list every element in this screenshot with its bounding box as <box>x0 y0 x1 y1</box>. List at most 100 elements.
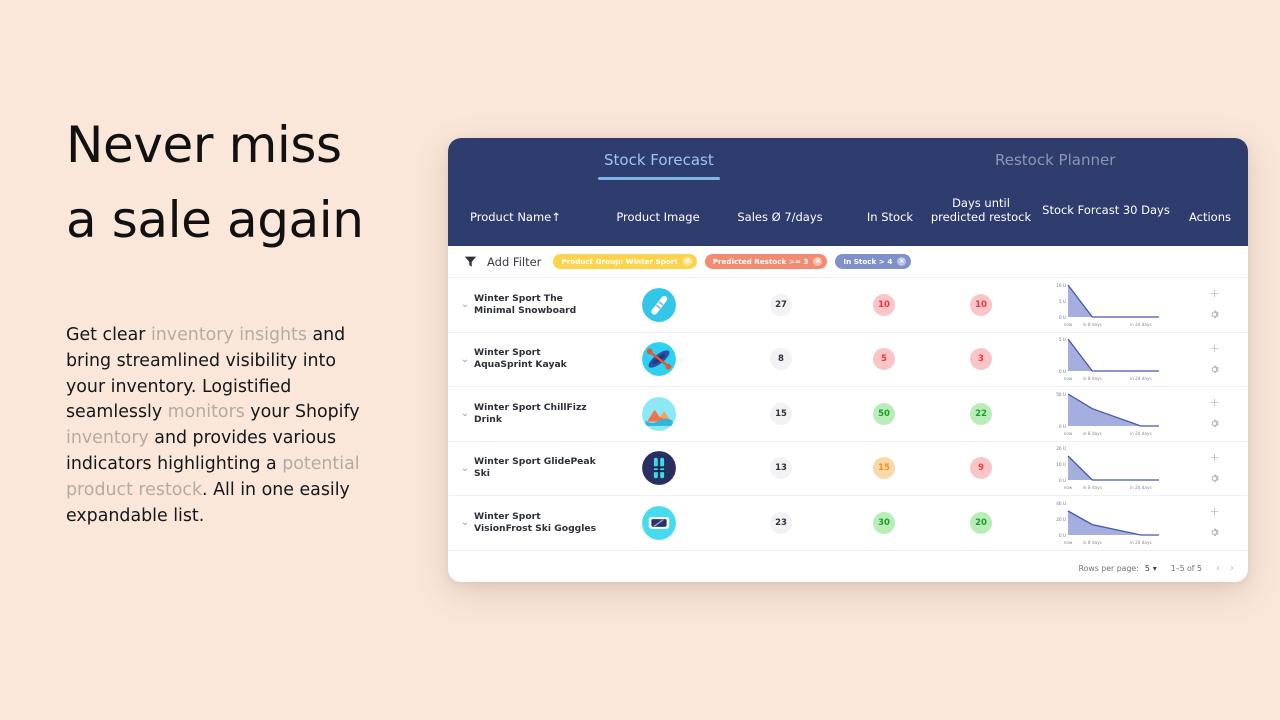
cell-product-image <box>598 342 720 377</box>
cell-in-stock: 15 <box>842 457 926 480</box>
svg-text:0 U: 0 U <box>1059 533 1066 538</box>
svg-text:0 U: 0 U <box>1059 315 1066 320</box>
product-name-label: Winter Sport ChillFizz Drink <box>474 401 587 425</box>
cell-stock-forecast-chart: 0 U 5 U 10 U now in 8 days in 24 days <box>1036 280 1180 330</box>
cell-actions <box>1180 450 1248 487</box>
gear-icon[interactable] <box>1210 362 1219 378</box>
stock-forecast-sparkline: 0 U 10 U 20 U now in 8 days in 24 days <box>1056 446 1159 490</box>
close-icon[interactable]: × <box>682 257 692 266</box>
svg-text:10 U: 10 U <box>1056 462 1066 467</box>
svg-text:10 U: 10 U <box>1056 283 1066 288</box>
kayak-icon <box>642 342 676 377</box>
rows-per-page-value: 5 <box>1144 563 1150 573</box>
table-row[interactable]: ⌄ Winter Sport ChillFizz Drink 15 50 22 0 U 50… <box>448 387 1248 442</box>
plus-icon[interactable] <box>1210 450 1219 466</box>
column-header-in-stock: In Stock <box>866 210 914 224</box>
paragraph-run-5: inventory <box>66 428 149 449</box>
expand-row-chevron-icon[interactable]: ⌄ <box>458 517 472 528</box>
days-until-restock-badge: 22 <box>970 402 992 425</box>
filter-chip-label: Product Group: Winter Sport <box>561 257 678 266</box>
days-until-restock-badge: 10 <box>970 293 992 316</box>
cell-product-name: ⌄ Winter Sport The Minimal Snowboard <box>448 293 598 317</box>
gear-icon[interactable] <box>1210 525 1219 541</box>
headline-line-2: a sale again <box>66 191 364 249</box>
svg-text:5 U: 5 U <box>1059 299 1066 304</box>
svg-text:0 U: 0 U <box>1059 424 1066 429</box>
paragraph-run-3: monitors <box>167 402 245 423</box>
table-row[interactable]: ⌄ Winter Sport VisionFrost Ski Goggles 23 3… <box>448 496 1248 551</box>
product-name-label: Winter Sport The Minimal Snowboard <box>474 292 577 316</box>
svg-text:40 U: 40 U <box>1056 501 1066 506</box>
rows-per-page-select[interactable]: 5 ▾ <box>1145 564 1157 573</box>
svg-text:0 U: 0 U <box>1059 478 1066 483</box>
paragraph-run-4: your Shopify <box>244 402 360 423</box>
sales-badge: 15 <box>770 402 792 425</box>
filter-icon <box>464 256 477 267</box>
svg-text:in 24 days: in 24 days <box>1130 431 1152 436</box>
goggles-icon <box>642 505 676 540</box>
svg-text:in 8 days: in 8 days <box>1083 376 1102 381</box>
close-icon[interactable]: × <box>897 257 907 266</box>
filter-chip[interactable]: In Stock > 4 × <box>835 254 912 269</box>
expand-row-chevron-icon[interactable]: ⌄ <box>458 299 472 310</box>
rows-per-page-label: Rows per page: <box>1078 563 1139 573</box>
svg-text:20 U: 20 U <box>1056 517 1066 522</box>
plus-icon[interactable] <box>1210 286 1219 302</box>
table-row[interactable]: ⌄ Winter Sport AquaSprint Kayak 8 5 3 0 U 5 U n… <box>448 333 1248 387</box>
in-stock-badge: 50 <box>873 402 895 425</box>
tab-restock-planner[interactable]: Restock Planner <box>989 138 1121 175</box>
cell-sales: 8 <box>720 348 842 371</box>
card-header: Stock Forecast Restock Planner Product N… <box>448 138 1248 246</box>
tab-stock-forecast[interactable]: Stock Forecast <box>598 138 720 180</box>
marketing-paragraph: Get clear inventory insights and bring s… <box>66 323 378 529</box>
filter-chip[interactable]: Product Group: Winter Sport × <box>553 254 697 269</box>
expand-row-chevron-icon[interactable]: ⌄ <box>458 354 472 365</box>
gear-icon[interactable] <box>1210 471 1219 487</box>
plus-icon[interactable] <box>1210 504 1219 520</box>
cell-days-until-restock: 3 <box>926 348 1036 371</box>
svg-text:in 8 days: in 8 days <box>1083 322 1102 327</box>
expand-row-chevron-icon[interactable]: ⌄ <box>458 463 472 474</box>
sales-badge: 8 <box>770 348 792 371</box>
paragraph-run-0: Get clear <box>66 325 151 345</box>
pagination-range: 1–5 of 5 <box>1170 563 1202 573</box>
paragraph-run-1: inventory insights <box>150 325 307 345</box>
snowboard-icon <box>642 287 676 322</box>
cell-product-name: ⌄ Winter Sport GlidePeak Ski <box>448 456 598 480</box>
svg-text:in 8 days: in 8 days <box>1083 540 1102 545</box>
plus-icon[interactable] <box>1210 395 1219 411</box>
previous-page-button[interactable]: ‹ <box>1216 563 1220 574</box>
svg-text:in 8 days: in 8 days <box>1083 485 1102 490</box>
next-page-button[interactable]: › <box>1230 563 1234 574</box>
days-until-restock-badge: 9 <box>970 457 992 480</box>
gear-icon[interactable] <box>1210 416 1219 432</box>
tab-bar: Stock Forecast Restock Planner <box>448 138 1248 186</box>
column-headers: Product Name↑ Product Image Sales Ø 7/da… <box>448 186 1248 246</box>
in-stock-badge: 10 <box>873 293 895 316</box>
svg-text:in 24 days: in 24 days <box>1130 376 1152 381</box>
add-filter-button[interactable]: Add Filter <box>487 255 541 269</box>
svg-text:now: now <box>1064 322 1073 327</box>
plus-icon[interactable] <box>1210 341 1219 357</box>
marketing-panel: Never miss a sale again Get clear invent… <box>66 108 396 526</box>
mountain-drink-icon <box>642 396 676 431</box>
cell-stock-forecast-chart: 0 U 20 U 40 U now in 8 days in 24 days <box>1036 498 1180 548</box>
column-header-product-name[interactable]: Product Name↑ <box>462 210 592 224</box>
stock-forecast-card: Stock Forecast Restock Planner Product N… <box>448 138 1248 582</box>
stock-forecast-sparkline: 0 U 5 U 10 U now in 8 days in 24 days <box>1056 283 1159 327</box>
gear-icon[interactable] <box>1210 307 1219 323</box>
svg-text:in 24 days: in 24 days <box>1130 322 1152 327</box>
filter-chip-label: Predicted Restock >= 3 <box>712 257 809 266</box>
table-row[interactable]: ⌄ Winter Sport The Minimal Snowboard 27 10 1… <box>448 278 1248 333</box>
svg-text:in 24 days: in 24 days <box>1130 540 1152 545</box>
cell-days-until-restock: 22 <box>926 402 1036 425</box>
sales-badge: 13 <box>770 457 792 480</box>
in-stock-badge: 30 <box>873 511 895 534</box>
filter-chip[interactable]: Predicted Restock >= 3 × <box>704 254 828 269</box>
expand-row-chevron-icon[interactable]: ⌄ <box>458 408 472 419</box>
ski-icon <box>642 451 676 486</box>
cell-product-name: ⌄ Winter Sport ChillFizz Drink <box>448 402 598 426</box>
close-icon[interactable]: × <box>813 257 823 266</box>
cell-in-stock: 30 <box>842 511 926 534</box>
table-row[interactable]: ⌄ Winter Sport GlidePeak Ski 13 15 9 0 U 10 U 2… <box>448 442 1248 496</box>
